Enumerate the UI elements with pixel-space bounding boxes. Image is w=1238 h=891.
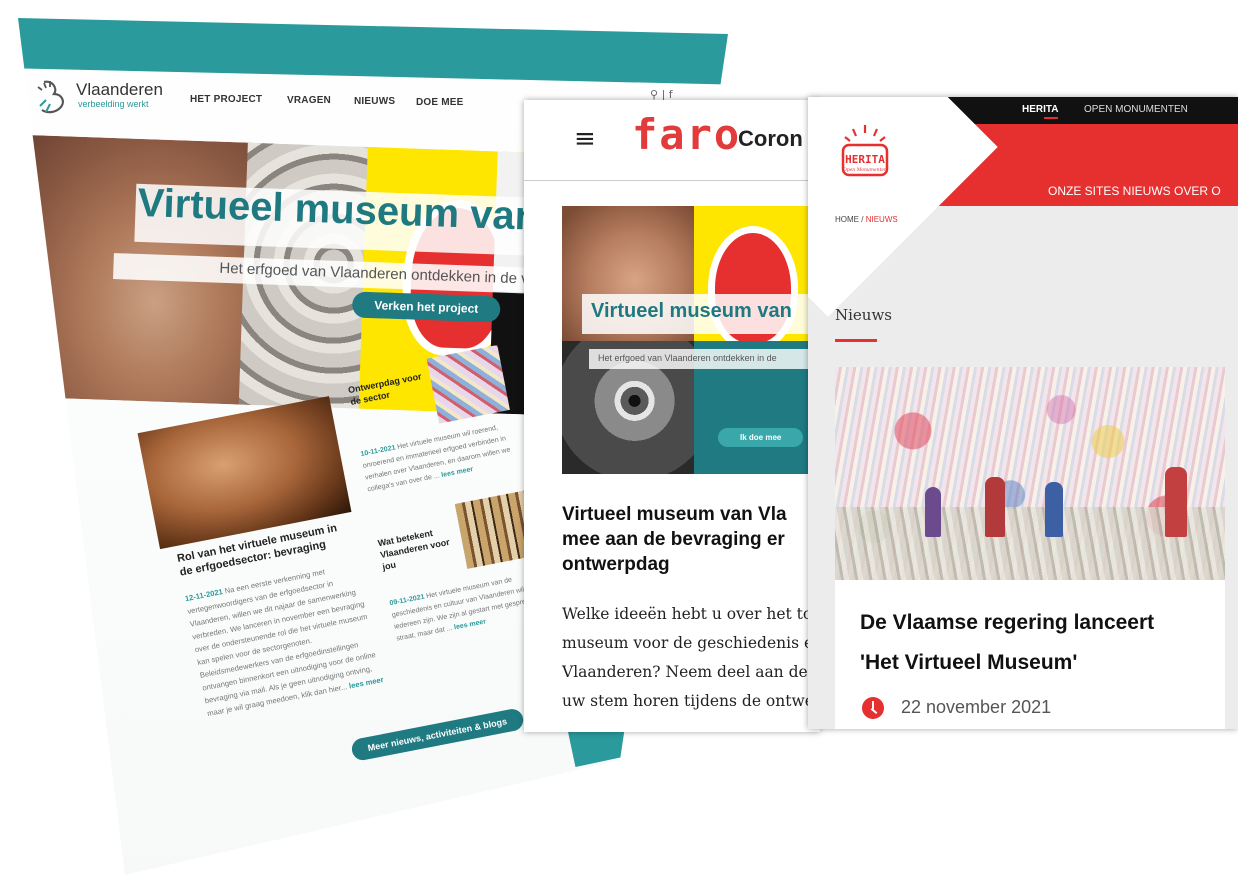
clock-icon — [862, 697, 884, 719]
article-title[interactable]: Wat betekent Vlaanderen voor jou — [377, 521, 467, 573]
explore-project-button[interactable]: Verken het project — [351, 291, 501, 323]
section-underline — [835, 339, 877, 342]
join-button[interactable]: Ik doe mee — [718, 428, 804, 447]
nav-item-het-project[interactable]: HET PROJECT — [190, 94, 262, 105]
breadcrumb: HOME / NIEUWS — [835, 215, 898, 224]
article-text: 12-11-2021 Na een eerste verkenning met … — [184, 557, 390, 720]
faro-logo[interactable]: faro — [632, 110, 741, 159]
article-title[interactable]: Ontwerpdag voor de sector — [347, 369, 430, 408]
breadcrumb-home[interactable]: HOME — [835, 215, 859, 224]
brand-tagline: verbeelding werkt — [78, 99, 149, 109]
hamburger-menu-icon[interactable]: ≡ — [574, 124, 596, 154]
article-date: 10-11-2021 — [360, 444, 397, 459]
article-text: 10-11-2021 Het virtuele museum wil roere… — [360, 418, 528, 496]
article-date: 22 november 2021 — [901, 697, 1052, 717]
header-divider — [524, 180, 820, 181]
painting-figure — [1045, 482, 1063, 537]
header-title: Coron — [738, 126, 803, 151]
article-headline: Virtueel museum van Vla mee aan de bevra… — [562, 504, 787, 575]
read-more-link[interactable]: lees meer — [454, 618, 487, 631]
logo-text: HERITA — [845, 153, 885, 166]
herita-website-screenshot: ONZE SITES NIEUWS OVER O HERITA OPEN MON… — [808, 97, 1238, 729]
article-body: Welke ideeën hebt u over het to museum v… — [562, 605, 814, 710]
main-nav[interactable]: ONZE SITES NIEUWS OVER O — [1048, 184, 1221, 198]
nav-item-nieuws[interactable]: NIEUWS — [354, 96, 395, 107]
read-more-link[interactable]: lees meer — [348, 675, 384, 691]
article-image-painting[interactable] — [835, 367, 1225, 580]
article-headline[interactable]: De Vlaamse regering lanceert 'Het Virtue… — [860, 603, 1220, 683]
article-date: 09-11-2021 — [389, 593, 426, 608]
article-image-painting[interactable] — [426, 345, 510, 424]
painting-figure — [925, 487, 941, 537]
logo-subtext: Open Monumenten — [843, 167, 887, 173]
article-hero-image: Virtueel museum van Het erfgoed van Vlaa… — [562, 206, 820, 474]
more-news-button[interactable]: Meer nieuws, activiteiten & blogs — [350, 707, 525, 763]
faro-website-screenshot: ≡ faro Coron Virtueel museum van Het erf… — [524, 100, 820, 732]
herita-logo-icon[interactable]: HERITA Open Monumenten — [840, 123, 890, 193]
hero-title: Virtueel museum van — [591, 300, 792, 322]
faro-header: ≡ faro Coron — [524, 100, 820, 180]
section-title: Nieuws — [835, 306, 892, 324]
top-nav-open-monumenten[interactable]: OPEN MONUMENTEN — [1084, 104, 1188, 115]
breadcrumb-current: NIEUWS — [865, 215, 898, 224]
brand-name[interactable]: Vlaanderen — [76, 80, 163, 100]
news-card[interactable]: De Vlaamse regering lanceert 'Het Virtue… — [835, 367, 1225, 729]
hero-subtitle: Het erfgoed van Vlaanderen ontdekken in … — [598, 353, 777, 363]
nav-item-vragen[interactable]: VRAGEN — [287, 95, 331, 106]
article-body: Het virtuele museum wil roerend, onroere… — [362, 424, 512, 494]
painting-figure — [985, 477, 1005, 537]
active-indicator — [1044, 117, 1058, 119]
nav-item-doe-mee[interactable]: DOE MEE — [416, 97, 464, 108]
vlaanderen-lion-logo-icon[interactable] — [36, 78, 70, 118]
read-more-link[interactable]: lees meer — [441, 466, 474, 479]
top-nav-herita[interactable]: HERITA — [1022, 104, 1058, 115]
painting-figure — [1165, 467, 1187, 537]
breadcrumb-separator: / — [861, 215, 864, 224]
